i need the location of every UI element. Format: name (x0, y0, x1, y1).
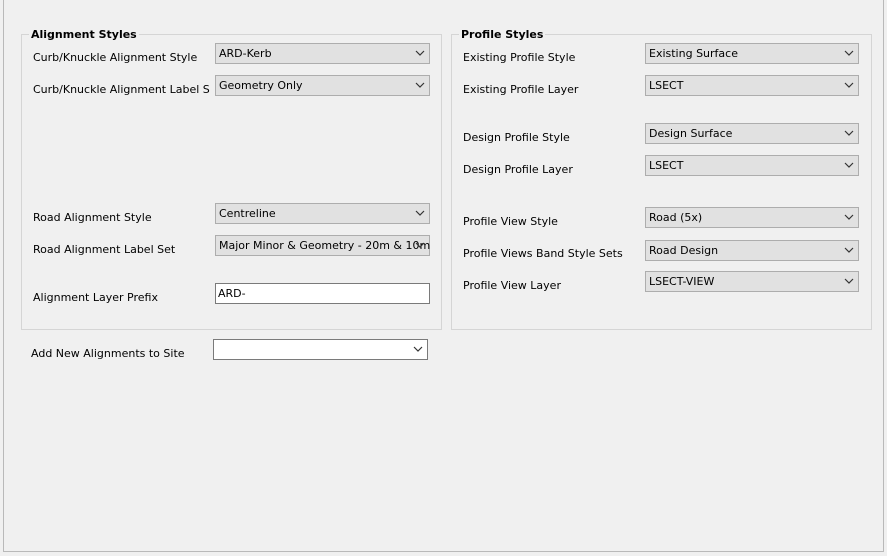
view-layer-label: Profile View Layer (463, 279, 561, 292)
band-style-sets-label: Profile Views Band Style Sets (463, 247, 623, 260)
road-style-label: Road Alignment Style (33, 211, 152, 224)
chevron-down-icon (415, 242, 425, 248)
view-layer-dropdown[interactable]: LSECT-VIEW (645, 271, 859, 292)
chevron-down-icon (844, 50, 854, 56)
chevron-down-icon (844, 82, 854, 88)
existing-style-label: Existing Profile Style (463, 51, 576, 64)
design-style-label: Design Profile Style (463, 131, 570, 144)
layer-prefix-field[interactable] (215, 283, 430, 304)
curb-style-value: ARD-Kerb (219, 47, 272, 60)
view-style-dropdown[interactable]: Road (5x) (645, 207, 859, 228)
chevron-down-icon (844, 130, 854, 136)
curb-label-set-dropdown[interactable]: Geometry Only (215, 75, 430, 96)
chevron-down-icon (415, 82, 425, 88)
road-label-set-value: Major Minor & Geometry - 20m & 10m (219, 239, 431, 252)
road-label-set-label: Road Alignment Label Set (33, 243, 176, 256)
curb-style-dropdown[interactable]: ARD-Kerb (215, 43, 430, 64)
chevron-down-icon (844, 247, 854, 253)
design-style-dropdown[interactable]: Design Surface (645, 123, 859, 144)
existing-layer-value: LSECT (649, 79, 684, 92)
curb-label-set-value: Geometry Only (219, 79, 303, 92)
view-style-label: Profile View Style (463, 215, 558, 228)
design-layer-dropdown[interactable]: LSECT (645, 155, 859, 176)
chevron-down-icon (844, 278, 854, 284)
design-layer-value: LSECT (649, 159, 684, 172)
road-style-dropdown[interactable]: Centreline (215, 203, 430, 224)
view-style-value: Road (5x) (649, 211, 703, 224)
site-label: Add New Alignments to Site (31, 347, 185, 360)
curb-label-set-label: Curb/Knuckle Alignment Label S (33, 83, 210, 96)
chevron-down-icon (415, 50, 425, 56)
layer-prefix-input[interactable] (216, 284, 429, 303)
alignment-styles-title: Alignment Styles (29, 28, 139, 42)
road-label-set-dropdown[interactable]: Major Minor & Geometry - 20m & 10m (215, 235, 430, 256)
existing-layer-label: Existing Profile Layer (463, 83, 579, 96)
chevron-down-icon (844, 162, 854, 168)
chevron-down-icon (844, 214, 854, 220)
road-style-value: Centreline (219, 207, 276, 220)
existing-style-value: Existing Surface (649, 47, 738, 60)
view-layer-value: LSECT-VIEW (649, 275, 715, 288)
band-style-sets-dropdown[interactable]: Road Design (645, 240, 859, 261)
existing-style-dropdown[interactable]: Existing Surface (645, 43, 859, 64)
chevron-down-icon (413, 346, 423, 352)
layer-prefix-label: Alignment Layer Prefix (33, 291, 158, 304)
existing-layer-dropdown[interactable]: LSECT (645, 75, 859, 96)
band-style-sets-value: Road Design (649, 244, 719, 257)
curb-style-label: Curb/Knuckle Alignment Style (33, 51, 198, 64)
design-style-value: Design Surface (649, 127, 733, 140)
profile-styles-title: Profile Styles (459, 28, 546, 42)
design-layer-label: Design Profile Layer (463, 163, 573, 176)
chevron-down-icon (415, 210, 425, 216)
site-dropdown[interactable] (213, 339, 428, 360)
